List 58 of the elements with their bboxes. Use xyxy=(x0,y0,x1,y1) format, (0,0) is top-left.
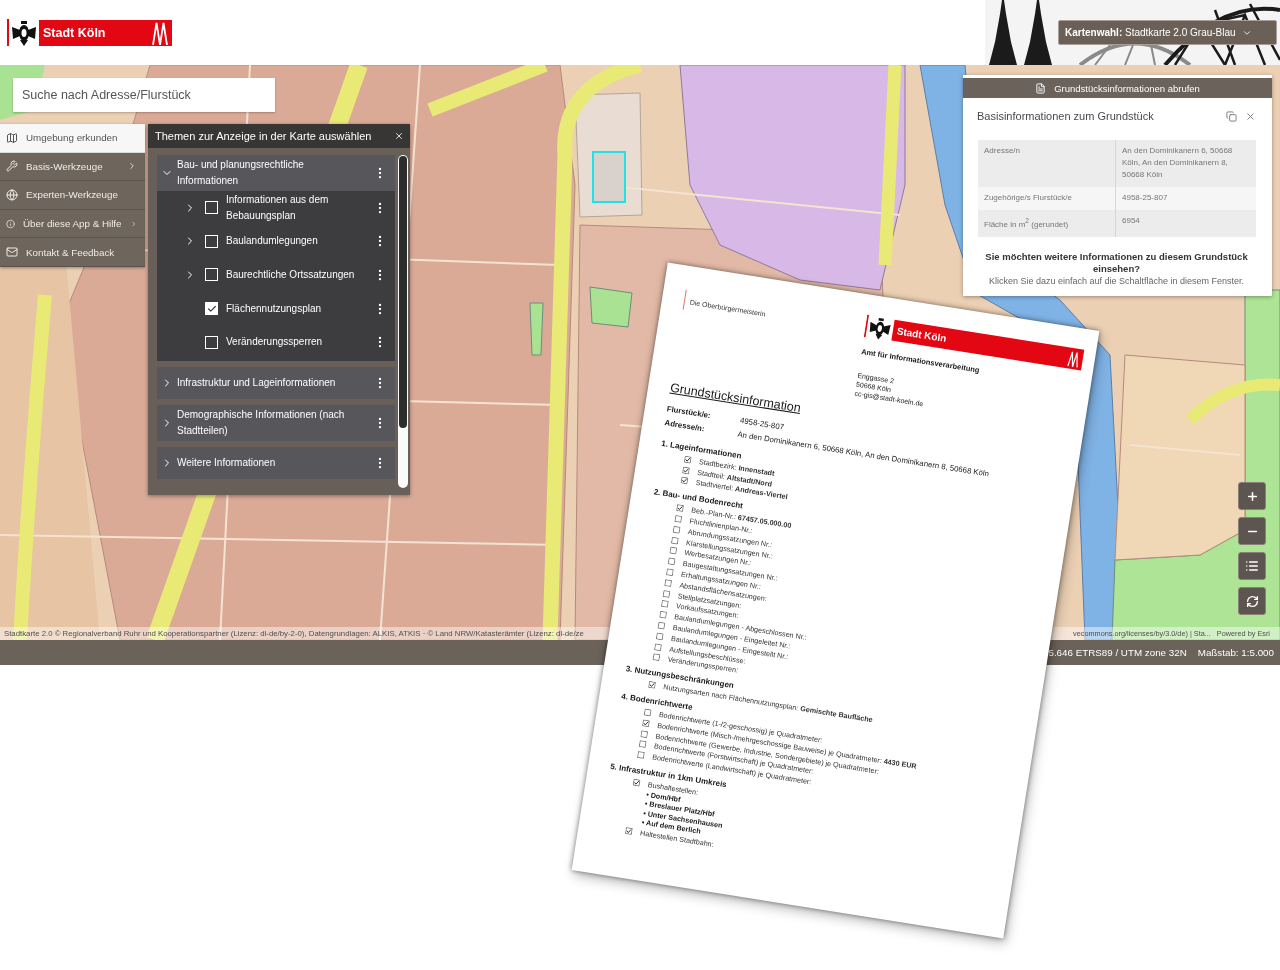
scrollbar-thumb[interactable] xyxy=(399,156,407,428)
hint-text: Klicken Sie dazu einfach auf die Schaltfläche in diesem Fenster. xyxy=(987,274,1246,287)
menu-item[interactable]: Kontakt & Feedback xyxy=(0,238,145,267)
close-icon[interactable] xyxy=(394,131,404,141)
table-cell: Adresse/n xyxy=(978,140,1116,187)
menu-item[interactable]: Basis-Werkzeuge xyxy=(0,152,145,182)
layer-checkbox[interactable] xyxy=(205,268,218,282)
table-cell: 6954 xyxy=(1116,210,1256,237)
parcel-outline-icon xyxy=(592,151,626,203)
layer-checkbox[interactable] xyxy=(205,201,218,215)
menu-item[interactable]: Umgebung erkunden xyxy=(0,124,145,153)
coordinates-text: 5.646 ETRS89 / UTM zone 32N xyxy=(1048,647,1187,658)
plus-icon xyxy=(1245,489,1259,503)
eagle-icon xyxy=(863,314,893,342)
layer-label: Veränderungssperren xyxy=(226,335,324,350)
refresh-button[interactable] xyxy=(1238,587,1266,615)
table-cell: 4958-25-807 xyxy=(1116,187,1256,210)
search-field[interactable]: Suche nach Adresse/Flurstück xyxy=(13,78,275,112)
mail-icon xyxy=(6,246,18,259)
layer-checkbox[interactable] xyxy=(205,234,218,248)
document-icon xyxy=(1035,82,1047,94)
table-cell: Zugehörige/s Flurstück/e xyxy=(978,187,1116,210)
layer-checkbox[interactable] xyxy=(205,335,218,349)
layer-group-header[interactable]: Weitere Informationen xyxy=(157,446,395,479)
info-icon xyxy=(6,217,15,230)
map-icon xyxy=(6,131,18,144)
spires-icon xyxy=(151,20,169,45)
legend-button[interactable] xyxy=(1238,552,1266,580)
menu-item[interactable]: Experten-Werkzeuge xyxy=(0,181,145,210)
layer-label: Flächennutzungsplan xyxy=(226,301,323,316)
layer-group-header[interactable]: Bau- und planungsrechtliche Informationen xyxy=(157,155,395,191)
panel-title: Basisinformationen zum Grundstück xyxy=(977,110,1154,122)
panel-title: Themen zur Anzeige in der Karte auswählen xyxy=(155,130,372,142)
scale-text: Maßstab: 1:5.000 xyxy=(1197,647,1274,658)
refresh-icon xyxy=(1245,594,1259,608)
logo-text: Stadt Köln xyxy=(43,25,106,40)
menu-item[interactable]: Über diese App & Hilfe xyxy=(0,209,145,239)
scrollbar-track[interactable] xyxy=(398,155,408,488)
eagle-icon xyxy=(7,19,37,46)
layer-group-header[interactable]: Infrastruktur und Lageinformationen xyxy=(157,366,395,399)
prompt-text: Sie möchten weitere Informationen zu diesem Grundstück einsehen? xyxy=(984,250,1249,275)
table-cell: Fläche in m$^{2}$ (gerundet) xyxy=(978,210,1116,237)
fetch-info-button[interactable]: Grundstücksinformationen abrufen xyxy=(963,78,1272,98)
park-area xyxy=(589,286,633,328)
wrench-icon xyxy=(6,160,18,173)
layer-label: Baulandumlegungen xyxy=(226,234,319,249)
layer-group-header[interactable]: Demographische Informationen (nach Stadtteilen) xyxy=(157,404,395,441)
list-icon xyxy=(1245,559,1259,573)
table-cell: An den Dominikanern 6, 50668 Köln, An den Dominikanern 8, 50668 Köln xyxy=(1116,140,1256,187)
layer-label: Baurechtliche Ortssatzungen xyxy=(226,268,356,282)
layer-checkbox[interactable] xyxy=(205,302,218,316)
copy-icon[interactable] xyxy=(1226,110,1237,122)
globe-icon xyxy=(6,189,18,201)
zoom-out-button[interactable] xyxy=(1238,517,1266,545)
zoom-in-button[interactable] xyxy=(1238,482,1266,510)
basemap-select[interactable]: Kartenwahl: Stadtkarte 2.0 Grau-Blau xyxy=(1058,20,1277,45)
layer-label: Informationen aus dem Bebauungsplan xyxy=(226,192,330,223)
logo-text: Stadt Köln xyxy=(896,325,948,345)
